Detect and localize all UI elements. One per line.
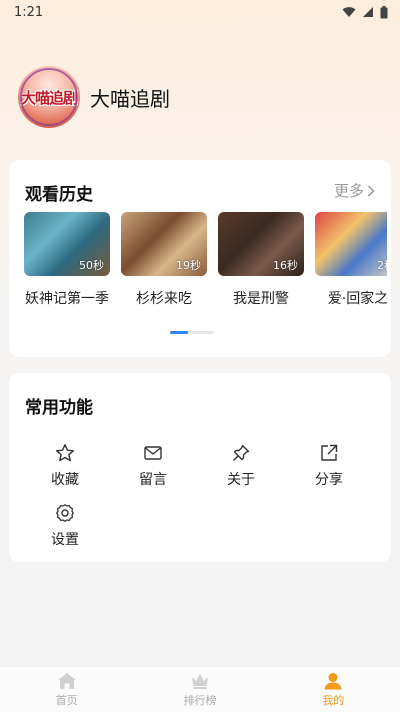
functions-card: 常用功能 收藏 留言 关于 分享 设置 bbox=[9, 373, 391, 562]
functions-grid: 收藏 留言 关于 分享 设置 bbox=[25, 443, 375, 549]
history-item[interactable]: 2秒 爱·回家之 bbox=[315, 212, 387, 312]
settings-button[interactable]: 设置 bbox=[21, 503, 109, 549]
profile-header[interactable]: 大喵追剧 大喵追剧 bbox=[18, 66, 170, 128]
username: 大喵追剧 bbox=[90, 86, 170, 111]
scroll-thumb bbox=[170, 331, 188, 334]
tab-ranking[interactable]: 排行榜 bbox=[160, 672, 240, 708]
gear-icon bbox=[56, 504, 74, 522]
history-item[interactable]: 50秒 妖神记第一季 bbox=[24, 212, 110, 312]
status-bar: 1:21 bbox=[0, 0, 400, 24]
favorites-button[interactable]: 收藏 bbox=[21, 443, 109, 489]
history-name: 杉杉来吃 bbox=[136, 291, 192, 307]
tab-home[interactable]: 首页 bbox=[27, 672, 107, 708]
share-icon bbox=[321, 444, 338, 461]
status-icons bbox=[342, 5, 388, 19]
about-label: 关于 bbox=[227, 472, 255, 488]
signal-icon bbox=[363, 7, 373, 17]
crown-icon bbox=[191, 673, 208, 689]
history-name: 爱·回家之 bbox=[327, 291, 387, 307]
history-duration: 2秒 bbox=[377, 259, 387, 272]
history-duration: 16秒 bbox=[273, 259, 298, 272]
history-duration: 19秒 bbox=[176, 259, 201, 272]
history-card: 观看历史 更多 50秒 妖神记第一季 19秒 杉杉来吃 16秒 我是刑警 2 爱… bbox=[9, 160, 391, 357]
tab-mine-label: 我的 bbox=[322, 693, 345, 707]
wifi-icon bbox=[342, 7, 356, 17]
user-icon bbox=[324, 672, 342, 689]
battery-icon bbox=[380, 5, 388, 18]
pin-icon bbox=[233, 444, 250, 461]
tab-mine[interactable]: 我的 bbox=[293, 672, 373, 708]
history-item[interactable]: 19秒 杉杉来吃 bbox=[121, 212, 207, 312]
functions-title: 常用功能 bbox=[25, 398, 93, 418]
message-label: 留言 bbox=[139, 472, 167, 488]
status-time: 1:21 bbox=[14, 4, 44, 20]
history-thumbnail: 50秒 bbox=[24, 212, 110, 276]
share-button[interactable]: 分享 bbox=[285, 443, 373, 489]
avatar-ring bbox=[20, 68, 78, 126]
history-name: 我是刑警 bbox=[233, 291, 289, 307]
home-icon bbox=[57, 672, 76, 689]
history-scroll-indicator bbox=[170, 331, 214, 334]
history-name: 妖神记第一季 bbox=[25, 291, 109, 307]
more-label: 更多 bbox=[333, 182, 364, 200]
avatar[interactable]: 大喵追剧 bbox=[18, 66, 80, 128]
bottom-tab-bar: 首页 排行榜 我的 bbox=[0, 666, 400, 712]
tab-ranking-label: 排行榜 bbox=[183, 693, 217, 707]
message-button[interactable]: 留言 bbox=[109, 443, 197, 489]
history-title: 观看历史 bbox=[25, 185, 93, 205]
history-duration: 50秒 bbox=[79, 259, 104, 272]
mail-icon bbox=[144, 446, 162, 460]
tab-home-label: 首页 bbox=[55, 693, 78, 707]
history-list[interactable]: 50秒 妖神记第一季 19秒 杉杉来吃 16秒 我是刑警 2秒 爱·回家之 bbox=[24, 212, 387, 312]
about-button[interactable]: 关于 bbox=[197, 443, 285, 489]
history-thumbnail: 16秒 bbox=[218, 212, 304, 276]
star-icon bbox=[56, 444, 74, 462]
history-item[interactable]: 16秒 我是刑警 bbox=[218, 212, 304, 312]
chevron-right-icon bbox=[367, 184, 375, 197]
history-thumbnail: 19秒 bbox=[121, 212, 207, 276]
history-thumbnail: 2秒 bbox=[315, 212, 387, 276]
favorites-label: 收藏 bbox=[51, 472, 79, 488]
share-label: 分享 bbox=[315, 472, 343, 488]
settings-label: 设置 bbox=[51, 532, 79, 548]
history-more-link[interactable]: 更多 bbox=[334, 180, 375, 201]
